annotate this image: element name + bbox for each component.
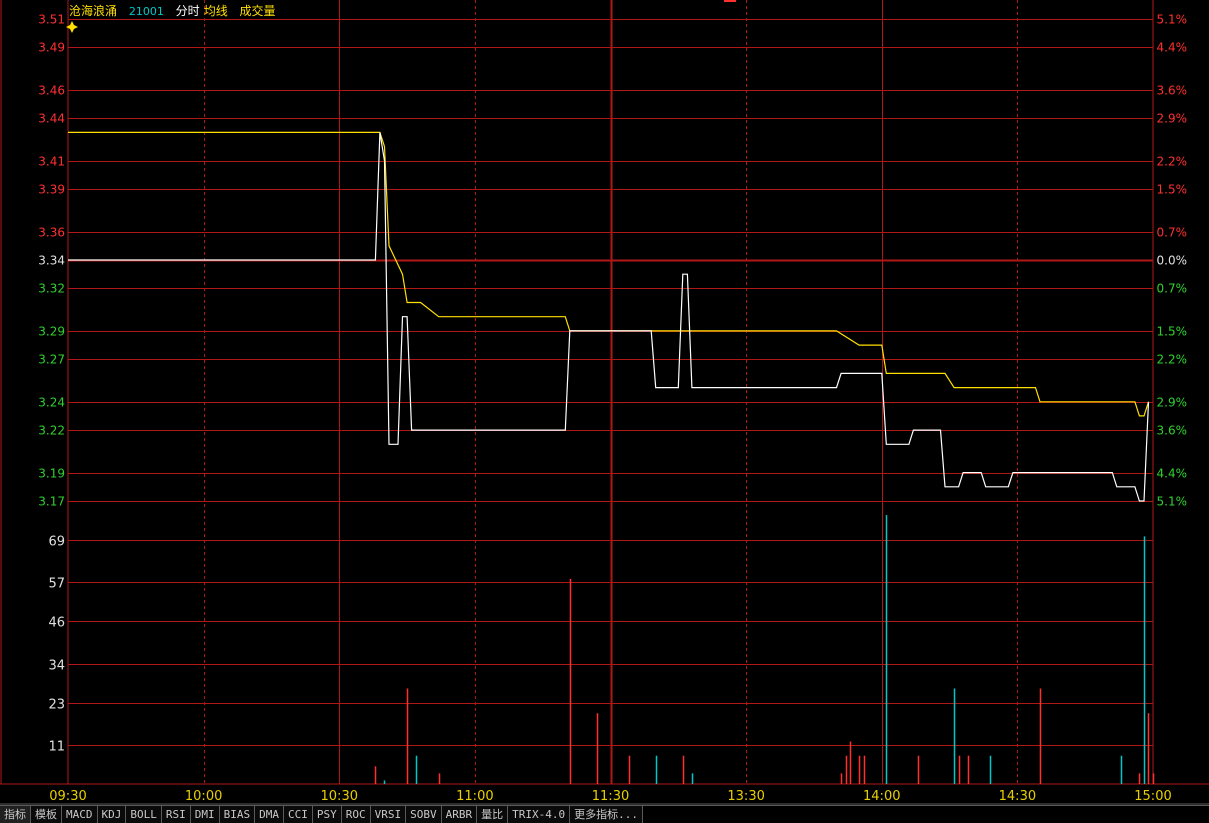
volume-tick-label: 23 [48,698,65,713]
indicator-tab[interactable]: VRSI [370,805,407,823]
price-tick-label: 3.27 [38,353,65,367]
time-tick-label: 15:00 [1134,789,1171,804]
average-price-line [68,131,1150,417]
indicator-tab[interactable]: 指标 [0,805,31,823]
indicator-tab[interactable]: DMA [255,805,284,823]
price-tick-label: 3.29 [38,325,65,339]
volume-tick-label: 34 [48,659,65,674]
volume-tick-label: 57 [48,577,65,592]
percent-tick-label: 0.0% [1157,254,1188,268]
legend-time-share: 分时 [175,4,200,18]
stock-name: 沧海浪涌 [69,4,118,18]
price-tick-label: 3.39 [38,183,65,197]
time-tick-label: 14:30 [999,789,1036,804]
indicator-tab-bar: 指标 模板 MACD KDJ BOLL RSI DMI BIAS DMA CCI PSY ROC VRS… [0,805,1209,823]
indicator-tab[interactable]: PSY [312,805,342,823]
top-marker-icon [724,0,736,2]
percent-tick-label: 2.2% [1157,155,1188,169]
indicator-tab[interactable]: ARBR [441,805,478,823]
price-tick-label: 3.41 [38,155,65,169]
indicator-tab[interactable]: 量比 [477,805,509,823]
indicator-tab[interactable]: 模板 [31,805,62,823]
indicator-tab[interactable]: CCI [284,805,313,823]
indicator-tab[interactable]: KDJ [97,805,127,823]
volume-tick-label: 69 [48,535,65,550]
percent-tick-label: 1.5% [1157,183,1188,197]
legend-average-line: 均线 [203,4,228,18]
tab-bar-filler [642,805,1209,823]
percent-tick-label: 2.9% [1157,396,1188,410]
stock-code: 21001 [128,5,164,18]
time-tick-label: 11:00 [456,789,493,804]
indicator-tab[interactable]: TRIX-4.0 [508,805,571,823]
volume-tick-label: 11 [48,740,65,755]
percent-tick-label: 2.9% [1157,112,1188,126]
time-share-price-line [68,132,1150,502]
price-tick-label: 3.34 [38,254,65,268]
price-tick-label: 3.22 [38,424,65,438]
chart-header: 沧海浪涌 21001 分时 均线 成交量 [69,2,284,19]
price-tick-label: 3.44 [38,112,65,126]
percent-tick-label: 3.6% [1157,84,1188,98]
percent-tick-label: 4.4% [1157,41,1188,55]
price-tick-label: 3.32 [38,282,65,296]
indicator-tab[interactable]: ROC [341,805,371,823]
indicator-tab[interactable]: DMI [190,805,220,823]
indicator-tab[interactable]: BIAS [219,805,256,823]
timeshare-chart[interactable]: 3.51 5.1% 3.49 4.4% 3.46 3.6% 3.44 2.9% 3.41 2.2%… [0,0,1209,823]
indicator-tab[interactable]: SOBV [406,805,442,823]
time-tick-label: 14:00 [863,789,900,804]
percent-tick-label: 1.5% [1157,325,1188,339]
time-tick-label: 13:30 [727,789,764,804]
percent-tick-label: 0.7% [1157,282,1188,296]
percent-tick-label: 5.1% [1157,13,1188,27]
time-tick-label: 10:00 [185,789,222,804]
time-tick-label: 11:30 [592,789,629,804]
legend-volume: 成交量 [239,4,276,18]
percent-tick-label: 3.6% [1157,424,1188,438]
price-tick-label: 3.24 [38,396,65,410]
indicator-tab[interactable]: RSI [161,805,191,823]
time-tick-label: 10:30 [321,789,358,804]
price-tick-label: 3.51 [38,13,65,27]
time-tick-label: 09:30 [49,789,86,804]
percent-tick-label: 2.2% [1157,353,1188,367]
price-tick-label: 3.17 [38,495,65,509]
percent-tick-label: 5.1% [1157,495,1188,509]
percent-tick-label: 4.4% [1157,467,1188,481]
price-tick-label: 3.36 [38,226,65,240]
indicator-tab[interactable]: 更多指标... [570,805,643,823]
price-tick-label: 3.19 [38,467,65,481]
price-tick-label: 3.46 [38,84,65,98]
percent-tick-label: 0.7% [1157,226,1188,240]
volume-tick-label: 46 [48,616,65,631]
indicator-tab[interactable]: MACD [62,805,98,823]
indicator-tab[interactable]: BOLL [126,805,162,823]
price-tick-label: 3.49 [38,41,65,55]
